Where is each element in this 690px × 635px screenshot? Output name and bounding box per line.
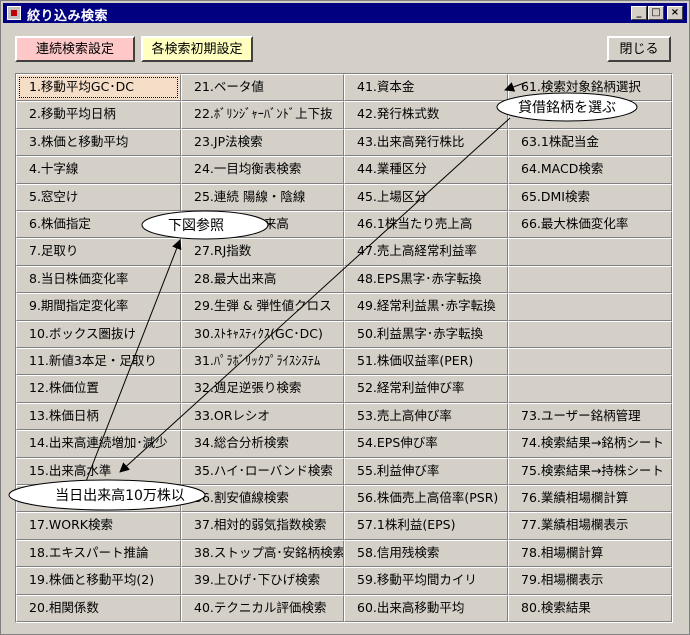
search-item-button[interactable]: 10.ボックス圏抜け: [16, 320, 181, 348]
search-item-button[interactable]: 9.期間指定変化率: [16, 293, 181, 321]
search-item-button[interactable]: 35.ハイ･ローバンド検索: [181, 457, 344, 485]
search-item-button[interactable]: 28.最大出来高: [181, 265, 344, 294]
empty-cell: [508, 293, 672, 321]
search-item-button[interactable]: 11.新値3本足・足取り: [16, 348, 181, 376]
search-item-button[interactable]: 44.業種区分: [344, 156, 508, 184]
search-item-button[interactable]: 75.検索結果→持株シート: [508, 457, 672, 485]
search-item-button[interactable]: 1.移動平均GC･DC: [16, 74, 181, 102]
search-item-button[interactable]: 51.株価収益率(PER): [344, 348, 508, 376]
continuous-search-settings-button[interactable]: 連続検索設定: [15, 36, 135, 62]
search-item-button[interactable]: 46.1株当たり売上高: [344, 211, 508, 239]
search-item-button[interactable]: 60.出来高移動平均: [344, 594, 508, 622]
search-item-button[interactable]: 6.株価指定: [16, 211, 181, 239]
search-item-button[interactable]: 17.WORK検索: [16, 512, 181, 540]
search-item-button[interactable]: 54.EPS伸び率: [344, 430, 508, 458]
search-item-button[interactable]: 56.株価売上高倍率(PSR): [344, 485, 508, 513]
search-item-button[interactable]: 52.経常利益伸び率: [344, 375, 508, 403]
search-item-button[interactable]: 57.1株利益(EPS): [344, 512, 508, 540]
search-item-button[interactable]: 3.株価と移動平均: [16, 128, 181, 157]
search-item-button[interactable]: 59.移動平均間カイリ: [344, 567, 508, 595]
search-item-button[interactable]: 14.出来高連続増加･減少: [16, 430, 181, 458]
search-menu-grid: 1.移動平均GC･DC 2.移動平均日柄 3.株価と移動平均 4.十字線 5.窓空け 6.…: [15, 73, 673, 623]
search-item-button[interactable]: 45.上場区分: [344, 183, 508, 211]
search-item-button[interactable]: 41.資本金: [344, 74, 508, 102]
search-item-button[interactable]: 22.ﾎﾞﾘﾝｼﾞｬｰﾊﾞﾝﾄﾞ上下抜: [181, 101, 344, 129]
initial-search-settings-button[interactable]: 各検索初期設定: [141, 36, 253, 62]
search-item-button[interactable]: 64.MACD検索: [508, 156, 672, 184]
search-item-button[interactable]: 42.発行株式数: [344, 101, 508, 129]
search-item-button[interactable]: 39.上ひげ･下ひげ検索: [181, 567, 344, 595]
title-bar: 絞り込み検索 _ □ ×: [3, 3, 687, 24]
search-item-button[interactable]: 16.出来高急増: [16, 485, 181, 513]
search-item-button[interactable]: 77.業績相場欄表示: [508, 512, 672, 540]
empty-cell: [508, 238, 672, 266]
search-item-button[interactable]: 43.出来高発行株比: [344, 128, 508, 157]
search-item-button[interactable]: 74.検索結果→銘柄シート: [508, 430, 672, 458]
search-item-button[interactable]: 29.生弾 & 弾性値クロス: [181, 293, 344, 321]
search-item-button[interactable]: 12.株価位置: [16, 375, 181, 403]
search-item-button[interactable]: 38.ストップ高･安銘柄検索: [181, 539, 344, 568]
search-item-button[interactable]: 63.1株配当金: [508, 128, 672, 157]
empty-cell: [508, 375, 672, 403]
search-item-button[interactable]: 30.ｽﾄｷｬｽﾃｨｸｽ(GC･DC): [181, 320, 344, 348]
search-item-button[interactable]: 48.EPS黒字･赤字転換: [344, 265, 508, 294]
search-item-button[interactable]: 4.十字線: [16, 156, 181, 184]
search-item-button[interactable]: 20.相関係数: [16, 594, 181, 622]
search-item-button[interactable]: 80.検索結果: [508, 594, 672, 622]
search-item-button[interactable]: 34.総合分析検索: [181, 430, 344, 458]
close-window-button[interactable]: ×: [667, 6, 683, 20]
maximize-button[interactable]: □: [648, 6, 664, 20]
search-item-button[interactable]: 61.検索対象銘柄選択: [508, 74, 672, 102]
search-item-button[interactable]: 55.利益伸び率: [344, 457, 508, 485]
search-item-button[interactable]: 23.JP法検索: [181, 128, 344, 157]
search-item-button[interactable]: 65.DMI検索: [508, 183, 672, 211]
search-item-button[interactable]: 49.経常利益黒･赤字転換: [344, 293, 508, 321]
search-item-button[interactable]: 62.貸借銘柄: [508, 101, 672, 129]
search-item-button[interactable]: 66.最大株価変化率: [508, 211, 672, 239]
search-item-button[interactable]: 24.一目均衡表検索: [181, 156, 344, 184]
empty-cell: [508, 265, 672, 294]
search-item-button[interactable]: 25.連続 陽線・陰線: [181, 183, 344, 211]
minimize-button[interactable]: _: [631, 6, 647, 20]
search-item-button[interactable]: 26.株価と出来高: [181, 211, 344, 239]
search-item-button[interactable]: 31.ﾊﾟﾗﾎﾞﾘｯｸﾌﾟﾗｲｽｼｽﾃﾑ: [181, 348, 344, 376]
empty-cell: [508, 348, 672, 376]
search-item-button[interactable]: 58.信用残検索: [344, 539, 508, 568]
search-item-button[interactable]: 2.移動平均日柄: [16, 101, 181, 129]
close-button[interactable]: 閉じる: [607, 36, 671, 62]
window-title: 絞り込み検索: [27, 9, 109, 24]
app-icon: [7, 6, 21, 20]
search-item-button[interactable]: 7.足取り: [16, 238, 181, 266]
search-item-button[interactable]: 8.当日株価変化率: [16, 265, 181, 294]
search-item-button[interactable]: 40.テクニカル評価検索: [181, 594, 344, 622]
search-item-button[interactable]: 73.ユーザー銘柄管理: [508, 402, 672, 431]
empty-cell: [508, 320, 672, 348]
search-item-button[interactable]: 13.株価日柄: [16, 402, 181, 431]
search-item-button[interactable]: 5.窓空け: [16, 183, 181, 211]
search-item-button[interactable]: 79.相場欄表示: [508, 567, 672, 595]
search-item-button[interactable]: 32.週足逆張り検索: [181, 375, 344, 403]
search-filter-window: 絞り込み検索 _ □ × 連続検索設定 各検索初期設定 閉じる 1.移動平均GC…: [0, 0, 690, 635]
search-item-button[interactable]: 27.RJ指数: [181, 238, 344, 266]
search-item-button[interactable]: 33.ORレシオ: [181, 402, 344, 431]
search-item-button[interactable]: 53.売上高伸び率: [344, 402, 508, 431]
search-item-button[interactable]: 76.業績相場欄計算: [508, 485, 672, 513]
search-item-button[interactable]: 19.株価と移動平均(2): [16, 567, 181, 595]
search-item-button[interactable]: 50.利益黒字･赤字転換: [344, 320, 508, 348]
search-item-button[interactable]: 21.ベータ値: [181, 74, 344, 102]
search-item-button[interactable]: 15.出来高水準: [16, 457, 181, 485]
search-item-button[interactable]: 78.相場欄計算: [508, 539, 672, 568]
search-item-button[interactable]: 37.相対的弱気指数検索: [181, 512, 344, 540]
search-item-button[interactable]: 47.売上高経常利益率: [344, 238, 508, 266]
search-item-button[interactable]: 36.割安値線検索: [181, 485, 344, 513]
search-item-button[interactable]: 18.エキスパート推論: [16, 539, 181, 568]
